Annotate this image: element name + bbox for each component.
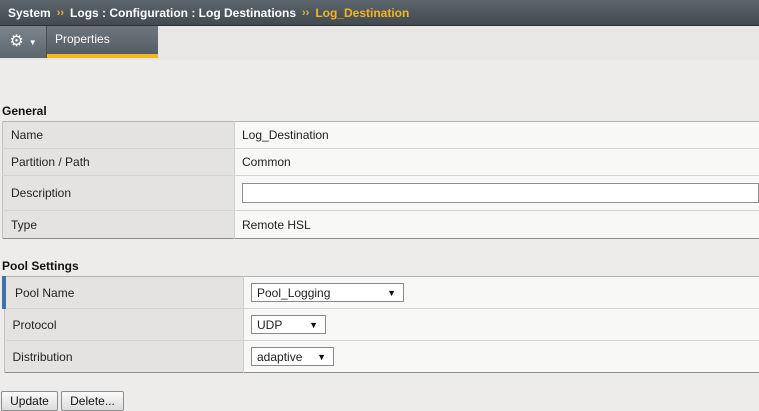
distribution-select[interactable]: adaptive ▼ — [251, 347, 334, 366]
name-label: Name — [2, 121, 235, 149]
distribution-cell: adaptive ▼ — [243, 340, 759, 373]
breadcrumb-separator: ›› — [56, 6, 65, 19]
table-row: Type Remote HSL — [2, 210, 759, 239]
breadcrumb-log-destinations[interactable]: Logs : Configuration : Log Destinations — [70, 6, 296, 20]
section-title-general: General — [2, 104, 47, 118]
general-table: Name Log_Destination Partition / Path Co… — [2, 121, 759, 239]
partition-value: Common — [234, 148, 759, 176]
tab-bar: ⚙ ▼ Properties — [0, 26, 759, 60]
distribution-selected: adaptive — [257, 349, 303, 364]
tab-properties[interactable]: Properties — [47, 26, 158, 58]
section-title-pool-settings: Pool Settings — [2, 259, 79, 273]
protocol-cell: UDP ▼ — [243, 308, 759, 341]
table-row: Protocol UDP ▼ — [3, 308, 759, 341]
delete-button[interactable]: Delete... — [61, 391, 124, 411]
table-row: Name Log_Destination — [2, 121, 759, 149]
distribution-label: Distribution — [3, 340, 244, 373]
chevron-down-icon: ▼ — [28, 37, 37, 47]
protocol-label: Protocol — [3, 308, 244, 341]
breadcrumb-separator: ›› — [302, 6, 310, 19]
breadcrumb-current: Log_Destination — [315, 5, 410, 20]
description-label: Description — [2, 175, 235, 211]
type-value: Remote HSL — [234, 210, 759, 239]
description-cell — [234, 175, 759, 211]
dropdown-arrow-icon: ▼ — [309, 319, 318, 330]
table-row: Partition / Path Common — [2, 148, 759, 176]
table-row: Distribution adaptive ▼ — [3, 340, 759, 373]
partition-label: Partition / Path — [2, 148, 235, 176]
dropdown-arrow-icon: ▼ — [387, 287, 396, 298]
pool-name-label: Pool Name — [2, 276, 244, 309]
name-value: Log_Destination — [234, 121, 759, 149]
breadcrumb-system[interactable]: System — [8, 6, 51, 20]
pool-name-cell: Pool_Logging ▼ — [243, 276, 759, 309]
table-row: Description — [2, 175, 759, 211]
pool-name-select[interactable]: Pool_Logging ▼ — [251, 283, 404, 302]
table-row: Pool Name Pool_Logging ▼ — [2, 276, 759, 309]
gear-menu-button[interactable]: ⚙ ▼ — [0, 26, 47, 58]
pool-name-selected: Pool_Logging — [257, 285, 331, 300]
protocol-selected: UDP — [257, 317, 283, 332]
update-button[interactable]: Update — [1, 391, 58, 411]
description-input[interactable] — [242, 183, 759, 203]
protocol-select[interactable]: UDP ▼ — [251, 315, 326, 334]
breadcrumb: System ›› Logs : Configuration : Log Des… — [0, 0, 759, 26]
dropdown-arrow-icon: ▼ — [317, 351, 326, 362]
gear-icon: ⚙ — [9, 33, 24, 50]
type-label: Type — [2, 210, 235, 239]
pool-settings-table: Pool Name Pool_Logging ▼ Protocol UDP ▼ … — [2, 276, 759, 373]
